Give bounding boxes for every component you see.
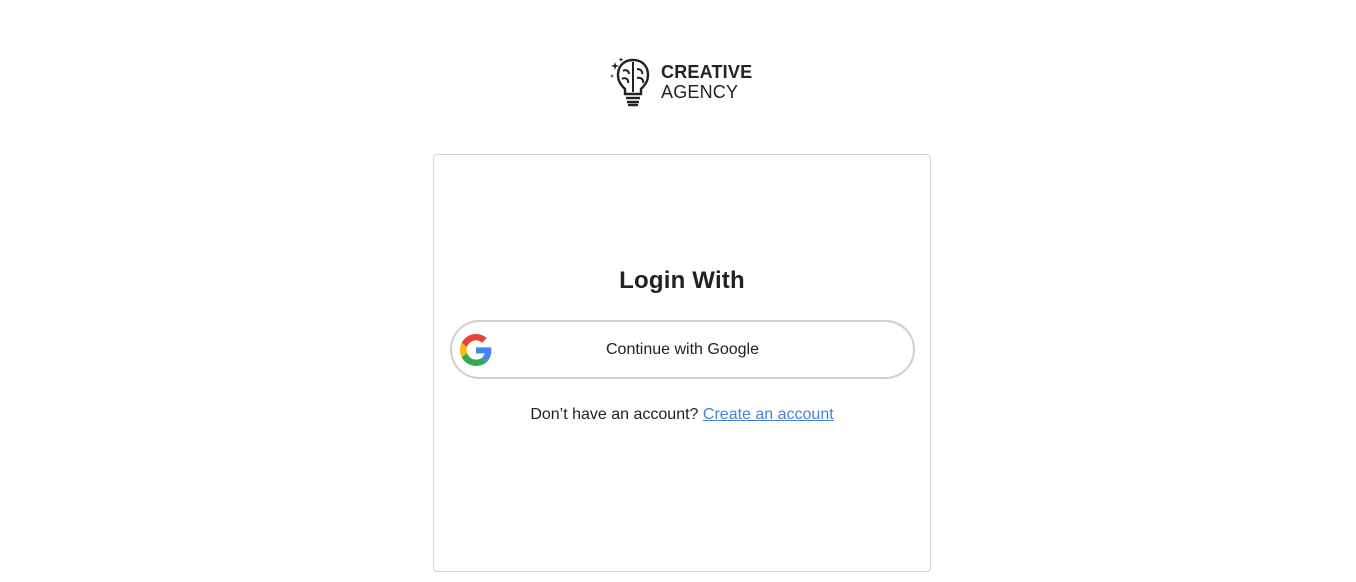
login-card: Login With Continue with Google Don’t ha… bbox=[433, 154, 931, 572]
brand-name-line1: CREATIVE bbox=[661, 62, 753, 82]
brand-name: CREATIVE AGENCY bbox=[661, 62, 752, 102]
login-title: Login With bbox=[619, 267, 745, 294]
brand-logo[interactable]: CREATIVE AGENCY bbox=[609, 56, 752, 108]
brain-lightbulb-icon bbox=[610, 57, 650, 107]
google-button-label: Continue with Google bbox=[606, 340, 759, 358]
signup-row: Don’t have an account? Create an account bbox=[434, 406, 930, 424]
brand-name-line2: AGENCY bbox=[661, 82, 739, 102]
signup-prompt: Don’t have an account? bbox=[530, 406, 699, 423]
google-icon bbox=[460, 334, 492, 366]
continue-with-google-button[interactable]: Continue with Google bbox=[450, 320, 915, 379]
create-account-link[interactable]: Create an account bbox=[703, 406, 834, 423]
